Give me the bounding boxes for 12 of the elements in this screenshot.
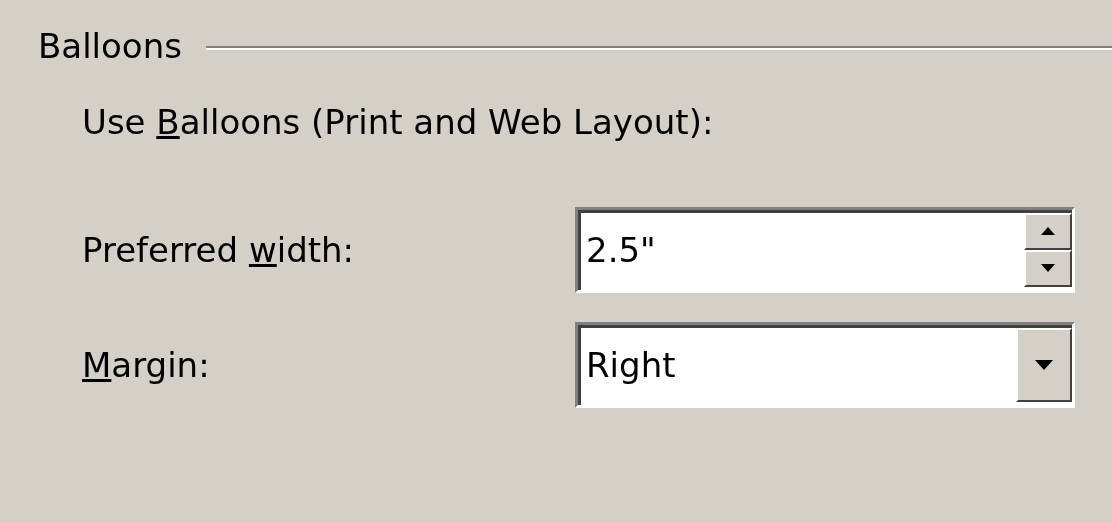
margin-label: Margin: <box>82 344 211 385</box>
margin-dropdown[interactable]: Right <box>575 321 1075 408</box>
group-title: Balloons <box>38 26 182 66</box>
up-arrow-icon <box>1041 227 1055 235</box>
down-arrow-icon <box>1035 359 1053 370</box>
width-spin-field[interactable]: 2.5" <box>575 206 1075 293</box>
spin-up-button[interactable] <box>1024 212 1072 250</box>
down-arrow-icon <box>1041 264 1055 272</box>
dropdown-button[interactable] <box>1016 327 1072 402</box>
spin-down-button[interactable] <box>1024 249 1072 287</box>
preferred-width-label: Preferred width: <box>82 229 356 270</box>
use-balloons-label: Use Balloons (Print and Web Layout): <box>82 102 714 142</box>
